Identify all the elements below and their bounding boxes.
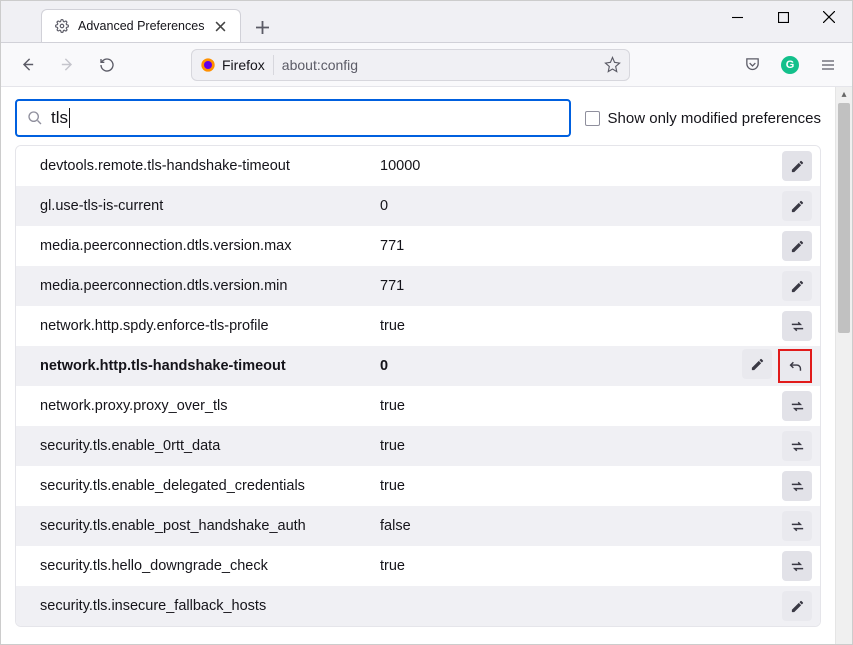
pref-actions xyxy=(782,271,812,301)
pref-value: 10000 xyxy=(380,158,782,174)
pocket-button[interactable] xyxy=(738,51,766,79)
show-modified-label: Show only modified preferences xyxy=(608,110,821,127)
edit-button[interactable] xyxy=(782,591,812,621)
firefox-logo-icon xyxy=(200,57,216,73)
pref-row: media.peerconnection.dtls.version.min771 xyxy=(16,266,820,306)
tab-advanced-preferences[interactable]: Advanced Preferences xyxy=(41,9,241,42)
pref-row: security.tls.insecure_fallback_hosts xyxy=(16,586,820,626)
pref-actions xyxy=(782,151,812,181)
window-minimize-button[interactable] xyxy=(714,1,760,33)
edit-button[interactable] xyxy=(782,231,812,261)
gear-icon xyxy=(54,18,70,34)
bookmark-star-icon[interactable] xyxy=(604,56,621,73)
pref-actions xyxy=(782,511,812,541)
pref-actions xyxy=(782,391,812,421)
identity-box[interactable]: Firefox xyxy=(200,55,274,75)
pref-value: 0 xyxy=(380,358,742,374)
toggle-button[interactable] xyxy=(782,311,812,341)
pref-name: security.tls.hello_downgrade_check xyxy=(40,558,380,574)
vertical-scrollbar[interactable] xyxy=(835,87,852,644)
edit-button[interactable] xyxy=(782,271,812,301)
pref-actions xyxy=(782,311,812,341)
checkbox-icon xyxy=(585,111,600,126)
prefs-panel: devtools.remote.tls-handshake-timeout100… xyxy=(15,145,821,627)
pref-row: security.tls.enable_0rtt_datatrue xyxy=(16,426,820,466)
pref-row: security.tls.hello_downgrade_checktrue xyxy=(16,546,820,586)
toggle-button[interactable] xyxy=(782,511,812,541)
close-tab-button[interactable] xyxy=(212,18,228,34)
toggle-button[interactable] xyxy=(782,471,812,501)
edit-button[interactable] xyxy=(782,191,812,221)
toolbar: Firefox about:config G xyxy=(1,43,852,87)
toggle-button[interactable] xyxy=(782,431,812,461)
pref-value: true xyxy=(380,558,782,574)
pref-value: true xyxy=(380,398,782,414)
edit-button[interactable] xyxy=(782,151,812,181)
app-menu-button[interactable] xyxy=(814,51,842,79)
pref-row: network.http.tls-handshake-timeout0 xyxy=(16,346,820,386)
pref-name: devtools.remote.tls-handshake-timeout xyxy=(40,158,380,174)
pref-value: true xyxy=(380,438,782,454)
search-row: tls Show only modified preferences xyxy=(1,87,835,145)
forward-button[interactable] xyxy=(51,49,83,81)
toggle-button[interactable] xyxy=(782,391,812,421)
pref-name: gl.use-tls-is-current xyxy=(40,198,380,214)
pref-value: 0 xyxy=(380,198,782,214)
pref-actions xyxy=(782,431,812,461)
pref-actions xyxy=(782,231,812,261)
reload-button[interactable] xyxy=(91,49,123,81)
scrollbar-thumb[interactable] xyxy=(838,103,850,333)
pref-name: security.tls.enable_0rtt_data xyxy=(40,438,380,454)
back-button[interactable] xyxy=(11,49,43,81)
pref-actions xyxy=(782,551,812,581)
pref-name: media.peerconnection.dtls.version.max xyxy=(40,238,380,254)
pref-row: devtools.remote.tls-handshake-timeout100… xyxy=(16,146,820,186)
pref-value: 771 xyxy=(380,278,782,294)
pref-row: network.proxy.proxy_over_tlstrue xyxy=(16,386,820,426)
content: tls Show only modified preferences devto… xyxy=(1,87,835,644)
pref-search-box[interactable]: tls xyxy=(15,99,571,137)
pref-actions xyxy=(742,349,812,383)
text-caret xyxy=(69,108,70,128)
pref-name: security.tls.enable_delegated_credential… xyxy=(40,478,380,494)
pref-row: gl.use-tls-is-current0 xyxy=(16,186,820,226)
pref-value: 771 xyxy=(380,238,782,254)
toggle-button[interactable] xyxy=(782,551,812,581)
pref-row: security.tls.enable_post_handshake_authf… xyxy=(16,506,820,546)
pref-value: true xyxy=(380,478,782,494)
tab-label: Advanced Preferences xyxy=(78,19,204,33)
url-text: about:config xyxy=(282,57,596,73)
pref-actions xyxy=(782,191,812,221)
show-modified-toggle[interactable]: Show only modified preferences xyxy=(585,110,821,127)
pref-value: false xyxy=(380,518,782,534)
window-close-button[interactable] xyxy=(806,1,852,33)
pref-name: security.tls.insecure_fallback_hosts xyxy=(40,598,380,614)
pref-name: media.peerconnection.dtls.version.min xyxy=(40,278,380,294)
pref-name: network.http.tls-handshake-timeout xyxy=(40,358,380,374)
reset-button[interactable] xyxy=(778,349,812,383)
pref-name: network.http.spdy.enforce-tls-profile xyxy=(40,318,380,334)
toolbar-right: G xyxy=(738,51,842,79)
pref-actions xyxy=(782,471,812,501)
pref-name: security.tls.enable_post_handshake_auth xyxy=(40,518,380,534)
new-tab-button[interactable] xyxy=(247,12,277,42)
pref-actions xyxy=(782,591,812,621)
window-controls xyxy=(714,1,852,33)
url-bar[interactable]: Firefox about:config xyxy=(191,49,630,81)
edit-button[interactable] xyxy=(742,349,772,379)
extension-grammarly-icon[interactable]: G xyxy=(776,51,804,79)
identity-label: Firefox xyxy=(222,57,265,73)
pref-name: network.proxy.proxy_over_tls xyxy=(40,398,380,414)
pref-row: security.tls.enable_delegated_credential… xyxy=(16,466,820,506)
window-maximize-button[interactable] xyxy=(760,1,806,33)
pref-value: true xyxy=(380,318,782,334)
pref-row: media.peerconnection.dtls.version.max771 xyxy=(16,226,820,266)
tab-strip: Advanced Preferences xyxy=(1,1,277,42)
search-icon xyxy=(27,110,43,126)
titlebar: Advanced Preferences xyxy=(1,1,852,43)
pref-row: network.http.spdy.enforce-tls-profiletru… xyxy=(16,306,820,346)
